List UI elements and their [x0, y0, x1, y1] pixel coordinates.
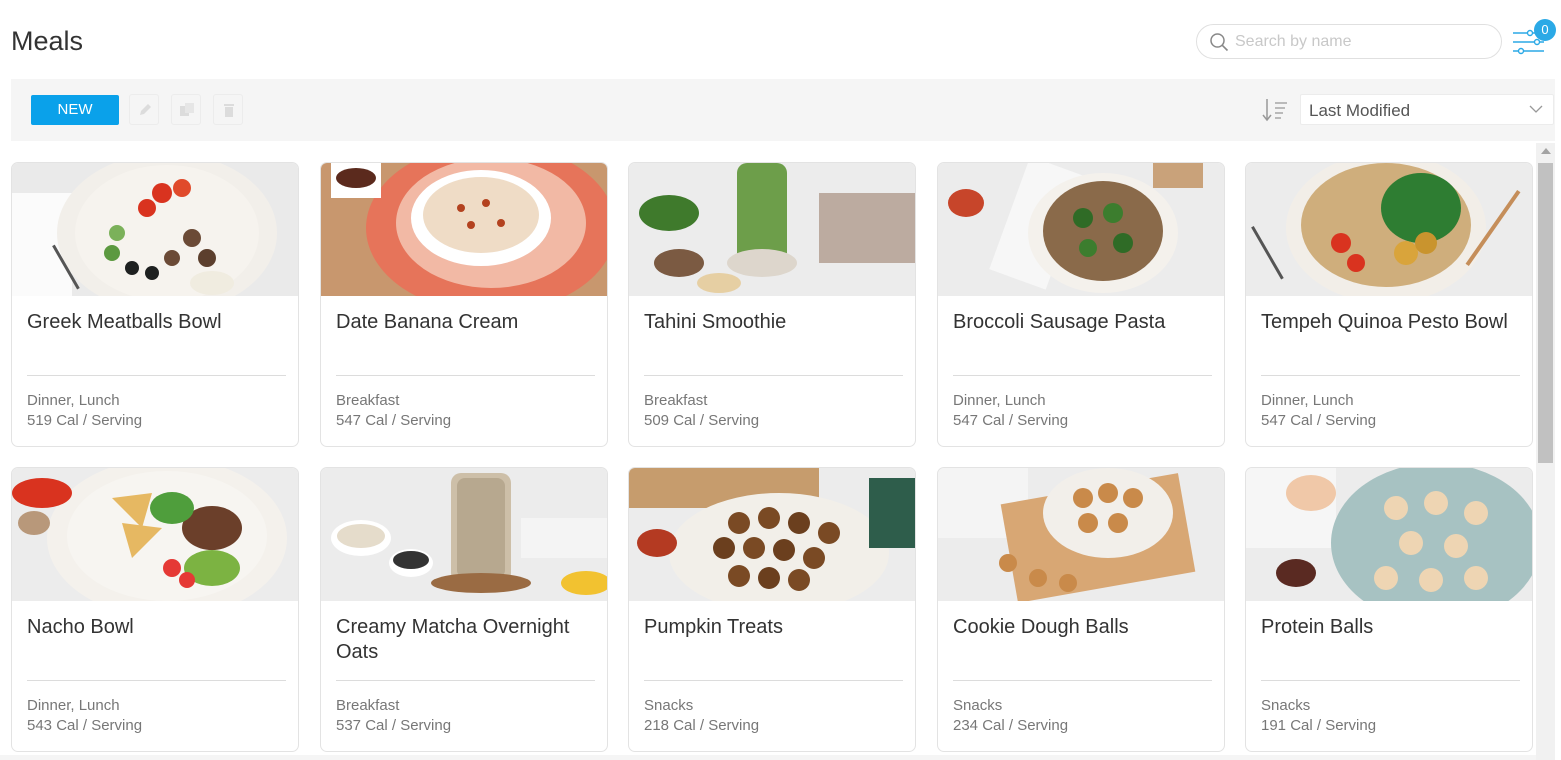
- scroll-up-arrow-icon[interactable]: [1541, 148, 1551, 154]
- meal-name: Broccoli Sausage Pasta: [953, 311, 1166, 333]
- meal-category: Breakfast: [644, 392, 708, 409]
- meal-image: [938, 163, 1224, 296]
- edit-button[interactable]: [129, 94, 159, 125]
- chevron-down-icon: [1529, 105, 1543, 113]
- filter-count-badge: 0: [1534, 19, 1556, 41]
- meal-image: [321, 468, 607, 601]
- meal-category: Dinner, Lunch: [1261, 392, 1354, 409]
- search-box[interactable]: [1196, 24, 1502, 59]
- card-divider: [1261, 680, 1520, 681]
- meal-name: Pumpkin Treats: [644, 616, 783, 638]
- sort-select-value: Last Modified: [1309, 101, 1411, 120]
- meal-category: Breakfast: [336, 392, 400, 409]
- new-button[interactable]: NEW: [31, 95, 119, 125]
- card-divider: [644, 375, 903, 376]
- meal-name: Creamy Matcha Overnight Oats: [336, 616, 570, 663]
- meal-calories: 537 Cal / Serving: [336, 717, 452, 734]
- meal-category: Dinner, Lunch: [953, 392, 1046, 409]
- card-divider: [27, 375, 286, 376]
- meal-card[interactable]: Cookie Dough Balls Snacks 234 Cal / Serv…: [937, 467, 1225, 752]
- delete-button[interactable]: [213, 94, 243, 125]
- meal-name: Protein Balls: [1261, 616, 1374, 638]
- meal-card[interactable]: Pumpkin Treats Snacks 218 Cal / Serving: [628, 467, 916, 752]
- meal-name: Cookie Dough Balls: [953, 616, 1129, 638]
- meal-calories: 519 Cal / Serving: [27, 412, 143, 429]
- meal-image: [938, 468, 1224, 601]
- meal-calories: 547 Cal / Serving: [1261, 412, 1377, 429]
- pencil-icon: [140, 104, 151, 115]
- meal-calories: 234 Cal / Serving: [953, 717, 1069, 734]
- meal-image: [12, 468, 298, 601]
- meal-category: Snacks: [644, 697, 694, 714]
- bottom-edge: [0, 755, 1536, 760]
- card-divider: [1261, 375, 1520, 376]
- trash-icon: [224, 104, 234, 117]
- meal-category: Snacks: [1261, 697, 1311, 714]
- card-divider: [27, 680, 286, 681]
- meal-calories: 218 Cal / Serving: [644, 717, 760, 734]
- card-divider: [336, 680, 595, 681]
- meal-calories: 543 Cal / Serving: [27, 717, 143, 734]
- meal-image: [1246, 468, 1532, 601]
- scroll-thumb[interactable]: [1538, 163, 1553, 463]
- duplicate-button[interactable]: [171, 94, 201, 125]
- card-divider: [953, 375, 1212, 376]
- scrollbar[interactable]: [1536, 143, 1555, 760]
- meal-image: [629, 468, 915, 601]
- meal-calories: 547 Cal / Serving: [953, 412, 1069, 429]
- meal-name: Greek Meatballs Bowl: [27, 311, 222, 333]
- toolbar: NEW Last Modified: [11, 79, 1555, 141]
- sort-order-icon[interactable]: [1261, 97, 1289, 123]
- search-input[interactable]: [1235, 31, 1490, 53]
- meal-card[interactable]: Broccoli Sausage Pasta Dinner, Lunch 547…: [937, 162, 1225, 447]
- meal-card[interactable]: Tempeh Quinoa Pesto Bowl Dinner, Lunch 5…: [1245, 162, 1533, 447]
- meal-card[interactable]: Date Banana Cream Breakfast 547 Cal / Se…: [320, 162, 608, 447]
- card-divider: [953, 680, 1212, 681]
- meal-category: Breakfast: [336, 697, 400, 714]
- copy-icon: [180, 103, 194, 116]
- meal-calories: 547 Cal / Serving: [336, 412, 452, 429]
- meal-image: [1246, 163, 1532, 296]
- meal-image: [629, 163, 915, 296]
- meal-card[interactable]: Nacho Bowl Dinner, Lunch 543 Cal / Servi…: [11, 467, 299, 752]
- meal-name: Tahini Smoothie: [644, 311, 787, 333]
- search-icon: [1210, 33, 1229, 52]
- meal-name: Date Banana Cream: [336, 311, 519, 333]
- meal-category: Dinner, Lunch: [27, 697, 120, 714]
- card-divider: [336, 375, 595, 376]
- meal-category: Snacks: [953, 697, 1003, 714]
- meal-name: Nacho Bowl: [27, 616, 134, 638]
- sort-select[interactable]: Last Modified: [1300, 94, 1554, 125]
- meal-calories: 509 Cal / Serving: [644, 412, 760, 429]
- meal-card[interactable]: Protein Balls Snacks 191 Cal / Serving: [1245, 467, 1533, 752]
- meal-card[interactable]: Greek Meatballs Bowl Dinner, Lunch 519 C…: [11, 162, 299, 447]
- meal-calories: 191 Cal / Serving: [1261, 717, 1377, 734]
- card-divider: [644, 680, 903, 681]
- meal-card[interactable]: Tahini Smoothie Breakfast 509 Cal / Serv…: [628, 162, 916, 447]
- meal-category: Dinner, Lunch: [27, 392, 120, 409]
- meal-card[interactable]: Creamy Matcha Overnight Oats Breakfast 5…: [320, 467, 608, 752]
- meal-name: Tempeh Quinoa Pesto Bowl: [1261, 311, 1508, 333]
- meal-image: [321, 163, 607, 296]
- meal-image: [12, 163, 298, 296]
- page-title: Meals: [11, 26, 84, 56]
